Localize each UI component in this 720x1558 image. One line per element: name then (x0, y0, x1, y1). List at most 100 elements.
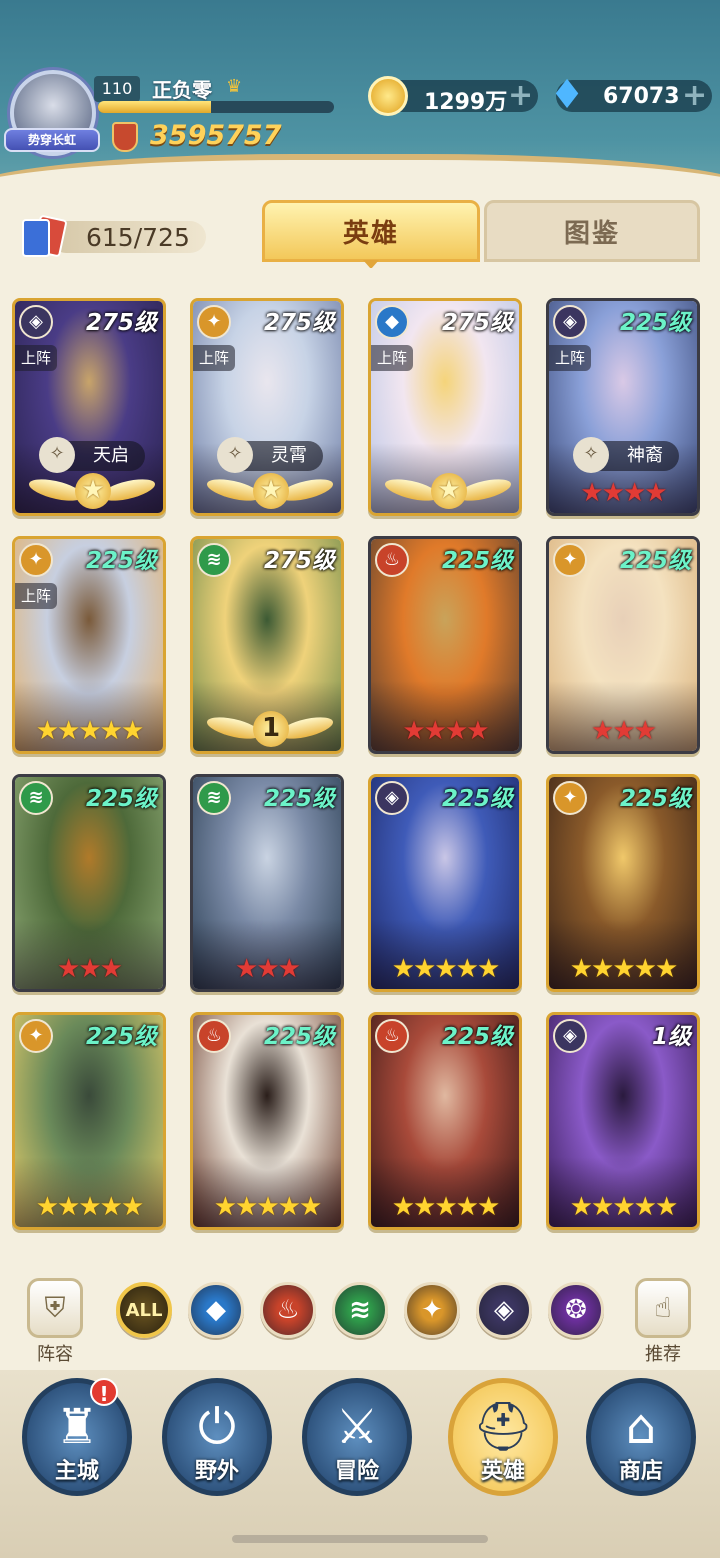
hero-level: 225级 (619, 310, 691, 336)
dark-element-icon: ◈ (375, 781, 409, 815)
fire-element-icon: ♨ (375, 1019, 409, 1053)
nav-label: 商店 (618, 1459, 663, 1484)
gold-amount: 1299万 (424, 90, 508, 115)
home-indicator (232, 1535, 488, 1543)
fire-element-icon: ♨ (197, 1019, 231, 1053)
recommend-button[interactable]: ☝ 推荐 (628, 1278, 698, 1365)
on-team-badge: 上阵 (15, 345, 57, 371)
hero-level: 275级 (441, 310, 513, 336)
star-rating: ★★★★ (580, 478, 667, 508)
hero-level: 225级 (441, 548, 513, 574)
winged-star-rank: ★ (385, 473, 511, 509)
count-text: 615/725 (86, 223, 190, 252)
wind-element-icon: ≋ (197, 781, 231, 815)
hero-card[interactable]: ✦ 225级 ★★★★★ (12, 1012, 166, 1230)
hero-card[interactable]: ✦ 225级 ★★★ (546, 536, 700, 754)
light-element-icon: ✦ (553, 781, 587, 815)
hero-level: 225级 (441, 786, 513, 812)
light-element-icon: ✦ (19, 543, 53, 577)
hero-level: 225级 (619, 548, 691, 574)
nav-shop-button[interactable]: ⌂ 商店 (586, 1378, 696, 1496)
star-rating: ★★★★★ (391, 954, 501, 984)
hero-card[interactable]: ✦ 225级 ★★★★★ (546, 774, 700, 992)
add-gems-button[interactable]: + (682, 80, 707, 112)
filter-arcane-button[interactable]: ❂ (548, 1282, 604, 1338)
faction-emblem-icon: ✧ (217, 437, 253, 473)
winged-star-rank: ★ (207, 473, 333, 509)
rank-emblem: ★ (431, 473, 467, 509)
gold-coin-icon (368, 76, 408, 116)
avatar-title-banner: 势穿长虹 (4, 128, 100, 152)
faction-badge: ✧ 灵霄 (217, 437, 323, 473)
on-team-badge: 上阵 (15, 583, 57, 609)
faction-emblem-icon: ✧ (573, 437, 609, 473)
rank-emblem: ★ (253, 473, 289, 509)
dark-element-icon: ◈ (19, 305, 53, 339)
hero-card[interactable]: ◈ 225级 上阵 ✧ 神裔 ★★★★ (546, 298, 700, 516)
fire-element-icon: ♨ (375, 543, 409, 577)
hero-card[interactable]: ◆ 275级 上阵 ★ (368, 298, 522, 516)
star-rating: ★★★ (57, 954, 123, 984)
faction-badge: ✧ 天启 (39, 437, 145, 473)
star-rating: ★★★★★ (569, 1192, 679, 1222)
dark-element-icon: ◈ (553, 305, 587, 339)
nav-label: 野外 (194, 1459, 239, 1484)
star-rating: ★★★★★ (213, 1192, 323, 1222)
star-rating: ★★★★★ (35, 716, 145, 746)
nav-label: 英雄 (480, 1459, 525, 1484)
cards-icon (18, 214, 68, 259)
hero-card[interactable]: ≋ 275级 1 (190, 536, 344, 754)
filter-all-button[interactable]: ALL (116, 1282, 172, 1338)
thumbs-up-icon: ☝ (635, 1278, 691, 1338)
star-rating: ★★★★ (402, 716, 489, 746)
hero-card[interactable]: ♨ 225级 ★★★★★ (190, 1012, 344, 1230)
nav-heroes-button[interactable]: ⛑ 英雄 (448, 1378, 558, 1496)
on-team-badge: 上阵 (193, 345, 235, 371)
hero-card[interactable]: ♨ 225级 ★★★★ (368, 536, 522, 754)
hero-card[interactable]: ♨ 225级 ★★★★★ (368, 1012, 522, 1230)
light-element-icon: ✦ (553, 543, 587, 577)
hero-level: 225级 (85, 786, 157, 812)
player-level: 110 (94, 76, 140, 102)
star-rating: ★★★ (235, 954, 301, 984)
gem-amount: 67073 (603, 84, 680, 109)
add-gold-button[interactable]: + (508, 80, 533, 112)
filter-wind-button[interactable]: ≋ (332, 1282, 388, 1338)
hero-level: 225级 (85, 1024, 157, 1050)
recommend-label: 推荐 (645, 1344, 681, 1365)
filter-dark-button[interactable]: ◈ (476, 1282, 532, 1338)
hero-card[interactable]: ◈ 1级 ★★★★★ (546, 1012, 700, 1230)
hero-card[interactable]: ◈ 225级 ★★★★★ (368, 774, 522, 992)
alert-badge: ! (90, 1378, 118, 1406)
nav-wild-button[interactable]: ⏻ 野外 (162, 1378, 272, 1496)
hero-level: 275级 (263, 548, 335, 574)
hero-card[interactable]: ◈ 275级 上阵 ✧ 天启 ★ (12, 298, 166, 516)
hero-level: 225级 (619, 786, 691, 812)
star-rating: ★★★★★ (569, 954, 679, 984)
filter-light-button[interactable]: ✦ (404, 1282, 460, 1338)
hero-card[interactable]: ≋ 225级 ★★★ (12, 774, 166, 992)
combat-power: 3595757 (150, 120, 282, 151)
hero-card[interactable]: ✦ 225级 上阵 ★★★★★ (12, 536, 166, 754)
hero-level: 275级 (85, 310, 157, 336)
hero-card[interactable]: ✦ 275级 上阵 ✧ 灵霄 ★ (190, 298, 344, 516)
filter-fire-button[interactable]: ♨ (260, 1282, 316, 1338)
hero-collection-count: 615/725 (14, 214, 206, 259)
diamond-icon: ♦ (549, 72, 585, 118)
rank-emblem: 1 (253, 711, 289, 747)
tab-codex[interactable]: 图鉴 (484, 200, 700, 262)
hero-level: 275级 (263, 310, 335, 336)
hero-level: 1级 (651, 1024, 691, 1050)
hero-level: 225级 (263, 1024, 335, 1050)
tab-heroes[interactable]: 英雄 (262, 200, 480, 262)
lineup-button[interactable]: ⛨ 阵容 (20, 1278, 90, 1365)
nav-label: 主城 (54, 1459, 99, 1484)
crown-icon: ♛ (226, 76, 243, 97)
hero-card[interactable]: ≋ 225级 ★★★ (190, 774, 344, 992)
water-element-icon: ◆ (375, 305, 409, 339)
star-rating: ★★★★★ (391, 1192, 501, 1222)
filter-water-button[interactable]: ◆ (188, 1282, 244, 1338)
dark-element-icon: ◈ (553, 1019, 587, 1053)
nav-adventure-button[interactable]: ⚔ 冒险 (302, 1378, 412, 1496)
xp-bar (98, 101, 334, 113)
